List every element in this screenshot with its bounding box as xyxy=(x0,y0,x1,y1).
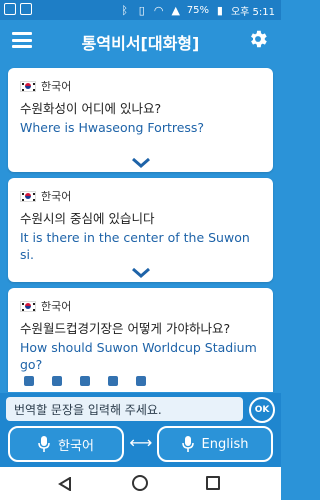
korean-voice-label: 한국어 xyxy=(58,438,94,454)
chevron-down-icon[interactable] xyxy=(131,264,151,278)
source-language: 한국어 xyxy=(20,78,71,94)
speaker-icon[interactable] xyxy=(24,376,34,386)
translated-text: It is there in the center of the Suwon s… xyxy=(20,230,250,262)
translated-text: Where is Hwaseong Fortress? xyxy=(20,120,205,135)
app-bar: 통역비서[대화형] xyxy=(0,20,281,60)
sentence-input[interactable]: 번역할 문장을 입력해 주세요. xyxy=(6,397,243,421)
source-language: 한국어 xyxy=(20,188,71,204)
ok-button[interactable]: OK xyxy=(249,397,275,423)
notification-icon xyxy=(4,3,16,15)
bluetooth-icon: ᛒ xyxy=(121,3,129,17)
battery-level: 75% xyxy=(186,5,209,16)
page-title: 통역비서[대화형] xyxy=(81,34,200,53)
delete-icon[interactable] xyxy=(136,376,146,386)
conversation-card[interactable]: 한국어 수원화성이 어디에 있나요? Where is Hwaseong For… xyxy=(8,68,273,172)
clock: 오후 5:11 xyxy=(230,7,275,18)
status-left xyxy=(4,3,32,15)
korea-flag-icon xyxy=(20,300,36,312)
korea-flag-icon xyxy=(20,190,36,202)
recent-apps-icon[interactable] xyxy=(206,476,220,490)
back-icon[interactable] xyxy=(58,476,72,492)
vibrate-icon: ▯ xyxy=(138,3,145,17)
chevron-down-icon[interactable] xyxy=(131,154,151,168)
status-bar: ᛒ ▯ ◠ ▲ 75% ▮ 오후 5:11 xyxy=(0,0,281,20)
conversation-card[interactable]: 한국어 수원시의 중심에 있습니다 It is there in the cen… xyxy=(8,178,273,282)
source-language-label: 한국어 xyxy=(41,190,72,203)
card-action-icons xyxy=(24,376,146,386)
english-voice-button[interactable]: English xyxy=(157,426,273,462)
gear-icon[interactable] xyxy=(247,28,269,50)
source-text: 수원월드컵경기장은 어떻게 가야하나요? xyxy=(20,321,231,336)
microphone-icon xyxy=(38,436,50,452)
status-right: ᛒ ▯ ◠ ▲ 75% ▮ 오후 5:11 xyxy=(119,3,275,18)
swap-languages-icon[interactable]: ⟷ xyxy=(128,433,154,453)
source-language-label: 한국어 xyxy=(41,300,72,313)
navigation-bar xyxy=(0,467,281,500)
translated-text: How should Suwon Worldcup Stadium go? xyxy=(20,340,257,372)
copy-icon[interactable] xyxy=(108,376,118,386)
conversation-list[interactable]: 한국어 수원화성이 어디에 있나요? Where is Hwaseong For… xyxy=(0,60,281,392)
source-text: 수원화성이 어디에 있나요? xyxy=(20,101,162,116)
microphone-icon xyxy=(181,436,194,452)
battery-icon: ▮ xyxy=(216,3,223,17)
favorite-icon[interactable] xyxy=(52,376,62,386)
signal-icon: ▲ xyxy=(171,3,180,17)
wifi-icon: ◠ xyxy=(153,3,164,17)
source-language: 한국어 xyxy=(20,298,71,314)
home-icon[interactable] xyxy=(132,475,148,491)
source-text: 수원시의 중심에 있습니다 xyxy=(20,211,155,226)
image-notification-icon xyxy=(20,3,32,15)
korean-voice-button[interactable]: 한국어 xyxy=(8,426,124,462)
menu-icon[interactable] xyxy=(12,32,32,48)
source-language-label: 한국어 xyxy=(41,80,72,93)
share-icon[interactable] xyxy=(80,376,90,386)
english-voice-label: English xyxy=(201,436,249,452)
korea-flag-icon xyxy=(20,80,36,92)
ok-button-label: OK xyxy=(254,405,270,415)
